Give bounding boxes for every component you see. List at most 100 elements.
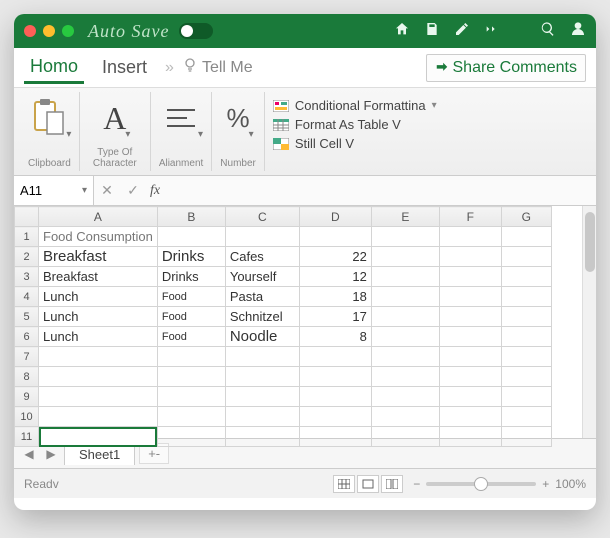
zoom-thumb[interactable] — [474, 477, 488, 491]
normal-view-button[interactable] — [333, 475, 355, 493]
cell-F1[interactable] — [439, 227, 501, 247]
autosave-toggle[interactable] — [179, 23, 213, 39]
row-header-3[interactable]: 3 — [15, 267, 39, 287]
row-header-1[interactable]: 1 — [15, 227, 39, 247]
col-header-C[interactable]: C — [225, 207, 299, 227]
cell-G6[interactable] — [501, 327, 551, 347]
sheet-nav-prev[interactable]: ◀ — [20, 447, 38, 461]
cell-E5[interactable] — [371, 307, 439, 327]
chevron-down-icon[interactable]: ▾ — [125, 129, 130, 140]
cell-F2[interactable] — [439, 247, 501, 267]
sheet-nav-next[interactable]: ▶ — [42, 447, 60, 461]
cell-C6[interactable]: Noodle — [225, 327, 299, 347]
row-header-11[interactable]: 11 — [15, 427, 39, 447]
cell-D1[interactable] — [299, 227, 371, 247]
cell-B3[interactable]: Drinks — [157, 267, 225, 287]
cell-C1[interactable] — [225, 227, 299, 247]
chevron-down-icon[interactable]: ▾ — [198, 129, 203, 140]
row-header-2[interactable]: 2 — [15, 247, 39, 267]
cell-B4[interactable]: Food — [157, 287, 225, 307]
spreadsheet-grid[interactable]: A B C D E F G 1 Food Consumption 2 Brea — [14, 206, 552, 447]
alignment-button[interactable]: ▾ — [163, 94, 199, 142]
cell-C3[interactable]: Yourself — [225, 267, 299, 287]
font-button[interactable]: A ▾ — [103, 94, 126, 142]
edit-icon[interactable] — [454, 21, 470, 42]
format-as-table-button[interactable]: Format As Table V — [273, 117, 437, 132]
page-break-view-button[interactable] — [381, 475, 403, 493]
cell-G3[interactable] — [501, 267, 551, 287]
chevron-down-icon[interactable]: ▾ — [432, 100, 437, 111]
conditional-formatting-button[interactable]: Conditional Formattina ▾ — [273, 98, 437, 113]
cancel-formula-button[interactable]: ✕ — [94, 182, 120, 199]
zoom-in-button[interactable]: + — [542, 477, 549, 491]
cell-D3[interactable]: 12 — [299, 267, 371, 287]
row-header-10[interactable]: 10 — [15, 407, 39, 427]
cell-A4[interactable]: Lunch — [39, 287, 158, 307]
cell-B6[interactable]: Food — [157, 327, 225, 347]
select-all-corner[interactable] — [15, 207, 39, 227]
user-icon[interactable] — [570, 21, 586, 42]
zoom-level[interactable]: 100% — [555, 477, 586, 491]
col-header-E[interactable]: E — [371, 207, 439, 227]
col-header-G[interactable]: G — [501, 207, 551, 227]
cell-F5[interactable] — [439, 307, 501, 327]
search-icon[interactable] — [540, 21, 556, 42]
more-icon[interactable] — [484, 21, 500, 42]
cell-F6[interactable] — [439, 327, 501, 347]
cell-D4[interactable]: 18 — [299, 287, 371, 307]
cell-A9[interactable] — [39, 387, 158, 407]
col-header-B[interactable]: B — [157, 207, 225, 227]
home-icon[interactable] — [394, 21, 410, 42]
paste-button[interactable]: ▾ — [31, 94, 67, 142]
cell-C4[interactable]: Pasta — [225, 287, 299, 307]
page-layout-view-button[interactable] — [357, 475, 379, 493]
cell-A10[interactable] — [39, 407, 158, 427]
chevron-down-icon[interactable]: ▾ — [249, 129, 254, 140]
cell-B2[interactable]: Drinks — [157, 247, 225, 267]
cell-C2[interactable]: Cafes — [225, 247, 299, 267]
zoom-out-button[interactable]: − — [413, 477, 420, 491]
cell-D6[interactable]: 8 — [299, 327, 371, 347]
cell-G5[interactable] — [501, 307, 551, 327]
cell-A8[interactable] — [39, 367, 158, 387]
cell-E4[interactable] — [371, 287, 439, 307]
accept-formula-button[interactable]: ✓ — [120, 182, 146, 199]
scroll-thumb[interactable] — [585, 212, 595, 272]
name-box[interactable]: A11 ▾ — [14, 176, 94, 205]
cell-G2[interactable] — [501, 247, 551, 267]
cell-styles-button[interactable]: Still Cell V — [273, 136, 437, 151]
cell-D5[interactable]: 17 — [299, 307, 371, 327]
cell-A11[interactable] — [39, 427, 158, 447]
cell-B5[interactable]: Food — [157, 307, 225, 327]
cell-E6[interactable] — [371, 327, 439, 347]
number-button[interactable]: % ▾ — [227, 94, 250, 142]
tabs-overflow-icon[interactable]: » — [165, 59, 174, 77]
cell-A5[interactable]: Lunch — [39, 307, 158, 327]
cell-A6[interactable]: Lunch — [39, 327, 158, 347]
cell-A3[interactable]: Breakfast — [39, 267, 158, 287]
cell-F4[interactable] — [439, 287, 501, 307]
save-icon[interactable] — [424, 21, 440, 42]
maximize-window-button[interactable] — [62, 25, 74, 37]
col-header-D[interactable]: D — [299, 207, 371, 227]
row-header-9[interactable]: 9 — [15, 387, 39, 407]
cell-F3[interactable] — [439, 267, 501, 287]
cell-E2[interactable] — [371, 247, 439, 267]
cell-E3[interactable] — [371, 267, 439, 287]
col-header-F[interactable]: F — [439, 207, 501, 227]
zoom-slider[interactable] — [426, 482, 536, 486]
cell-G4[interactable] — [501, 287, 551, 307]
row-header-4[interactable]: 4 — [15, 287, 39, 307]
tell-me-search[interactable]: Tell Me — [202, 59, 253, 77]
minimize-window-button[interactable] — [43, 25, 55, 37]
vertical-scrollbar[interactable] — [582, 206, 596, 438]
cell-A1[interactable]: Food Consumption — [39, 227, 158, 247]
row-header-6[interactable]: 6 — [15, 327, 39, 347]
cell-B1[interactable] — [157, 227, 225, 247]
cell-D2[interactable]: 22 — [299, 247, 371, 267]
cell-E1[interactable] — [371, 227, 439, 247]
share-comments-button[interactable]: Share Comments — [426, 54, 587, 82]
cell-G1[interactable] — [501, 227, 551, 247]
close-window-button[interactable] — [24, 25, 36, 37]
row-header-7[interactable]: 7 — [15, 347, 39, 367]
